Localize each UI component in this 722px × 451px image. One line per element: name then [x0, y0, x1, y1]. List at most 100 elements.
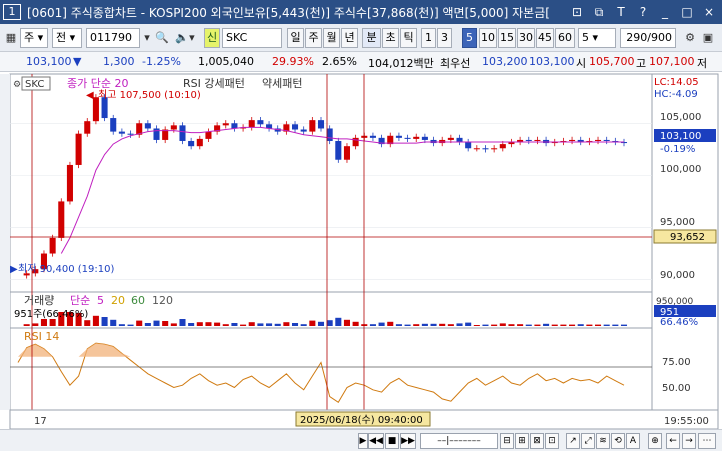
period-day[interactable]: 일 — [287, 28, 304, 48]
settings-icon[interactable]: ⚙ — [682, 28, 698, 48]
interval-10[interactable]: 10 — [479, 28, 497, 48]
help-icon[interactable]: ? — [634, 4, 652, 20]
code-dropdown-icon[interactable]: ▾ — [141, 28, 153, 48]
text-icon[interactable]: T — [612, 4, 630, 20]
interval-60[interactable]: 60 — [555, 28, 575, 48]
volume-legend-title[interactable]: 거래량 — [24, 294, 54, 307]
interval-3[interactable]: 3 — [437, 28, 452, 48]
interval-5[interactable]: 5 — [462, 28, 477, 48]
magnet-icon[interactable]: ⊕ — [648, 433, 662, 449]
chart-area[interactable]: SKC ⚙ 종가 단순 20 RSI 강세패턴 약세패턴 최고 107,500 … — [0, 72, 722, 430]
volume-bar — [153, 320, 160, 326]
volume-bar — [447, 324, 454, 326]
period-second[interactable]: 초 — [382, 28, 399, 48]
link-icon[interactable]: ⊡ — [568, 4, 586, 20]
volume-bar — [473, 325, 480, 326]
volume-value: 951주(66.46%) — [14, 309, 88, 320]
fit-icon[interactable]: ⊠ — [530, 433, 544, 449]
market-select[interactable]: 주 ▾ — [20, 28, 48, 48]
volume-bar — [577, 324, 584, 326]
grid-icon[interactable]: ▦ — [4, 28, 18, 48]
candle-body — [75, 133, 82, 165]
high-price: 107,100 — [649, 55, 695, 68]
candle-body — [473, 148, 480, 150]
candle-body — [525, 139, 532, 141]
range-field[interactable]: 290/900 — [620, 28, 676, 48]
legend-weak-pattern[interactable]: 약세패턴 — [262, 76, 302, 90]
window-buttons: ⊡ ⧉ T ? _ □ × — [568, 4, 718, 20]
time-start-label: 17 — [34, 416, 47, 427]
count-select[interactable]: 5 ▾ — [578, 28, 616, 48]
draw-cycle-icon[interactable]: ⟲ — [611, 433, 625, 449]
prev-icon[interactable]: ← — [666, 433, 680, 449]
legend-settings-icon[interactable]: ⚙ — [13, 80, 21, 90]
rsi-title[interactable]: RSI 14 — [24, 330, 59, 343]
rsi-tick-75: 75.00 — [662, 357, 691, 368]
legend-ma[interactable]: 종가 단순 20 — [67, 77, 128, 90]
interval-30[interactable]: 30 — [517, 28, 535, 48]
maximize-icon[interactable]: □ — [678, 4, 696, 20]
volume-bar — [188, 323, 195, 326]
volume-bar — [586, 324, 593, 326]
trade-amount: 104,012백만 — [368, 57, 434, 70]
search-icon[interactable]: 🔍 — [155, 28, 169, 48]
price-tick-105000: 105,000 — [660, 112, 701, 123]
next-icon[interactable]: → — [682, 433, 696, 449]
interval-15[interactable]: 15 — [498, 28, 516, 48]
stock-chart[interactable]: SKC ⚙ 종가 단순 20 RSI 강세패턴 약세패턴 최고 107,500 … — [0, 72, 722, 430]
volume-bar — [413, 324, 420, 326]
candle-body — [205, 131, 212, 139]
volume-bar — [101, 317, 108, 326]
current-pct-label: -0.19% — [660, 144, 695, 155]
close-icon[interactable]: × — [700, 4, 718, 20]
low-annotation: 최저 90,400 (19:10) — [18, 263, 114, 275]
best-bid: 103,100 — [529, 55, 575, 68]
period-week[interactable]: 주 — [305, 28, 322, 48]
period-year[interactable]: 년 — [341, 28, 358, 48]
volume-bar — [309, 320, 316, 326]
interval-1[interactable]: 1 — [421, 28, 436, 48]
candle-body — [110, 118, 117, 132]
candle-body — [499, 144, 506, 149]
quote-bar: 103,100 ▼ 1,300 -1.25% 1,005,040 29.93% … — [0, 52, 722, 72]
candle-body — [343, 146, 351, 160]
volume-bar — [248, 322, 255, 326]
volume-bar — [343, 319, 351, 326]
volume-bar — [170, 323, 177, 326]
candle-body — [534, 139, 541, 141]
text-tool-icon[interactable]: A — [626, 433, 640, 449]
interval-45[interactable]: 45 — [536, 28, 554, 48]
volume-bar — [266, 323, 273, 326]
legend-rsi-pattern[interactable]: RSI 강세패턴 — [183, 77, 245, 90]
minimize-icon[interactable]: _ — [656, 4, 674, 20]
stop-icon[interactable]: ■ — [385, 433, 399, 449]
volume-bar — [508, 324, 515, 326]
draw-trend-icon[interactable]: ⤢ — [581, 433, 595, 449]
chart-scroll-slider[interactable]: ––|––––––– — [420, 433, 498, 449]
period-month[interactable]: 월 — [323, 28, 340, 48]
draw-fib-icon[interactable]: ≋ — [596, 433, 610, 449]
draw-line-icon[interactable]: ↗ — [566, 433, 580, 449]
open-price: 105,700 — [589, 55, 635, 68]
volume-bar — [560, 324, 567, 326]
window-title-bar: 1 [0601] 주식종합차트 - KOSPI200 외국인보유[5,443(천… — [0, 0, 722, 24]
chart-options-icon[interactable]: ▣ — [700, 28, 716, 48]
zoom-out-icon[interactable]: ⊟ — [500, 433, 514, 449]
scroll-first-icon[interactable]: ▶ — [358, 433, 368, 449]
period-minute[interactable]: 분 — [362, 28, 381, 48]
copy-window-icon[interactable]: ⧉ — [590, 4, 608, 20]
fast-forward-icon[interactable]: ▶▶ — [400, 433, 416, 449]
candle-body — [49, 237, 56, 254]
split-icon[interactable]: ⊡ — [545, 433, 559, 449]
type-select[interactable]: 전 ▾ — [52, 28, 82, 48]
more-icon[interactable]: ⋯ — [698, 433, 716, 449]
zoom-in-icon[interactable]: ⊞ — [515, 433, 529, 449]
volume-bar — [430, 323, 437, 326]
rewind-icon[interactable]: ◀◀ — [368, 433, 384, 449]
speaker-icon[interactable]: 🔈▾ — [172, 28, 198, 48]
lc-label: LC:14.05 — [654, 77, 699, 88]
volume-bar — [317, 321, 325, 326]
volume-bar — [482, 324, 489, 326]
period-tick[interactable]: 틱 — [400, 28, 417, 48]
stock-code-input[interactable]: 011790 — [86, 28, 140, 48]
